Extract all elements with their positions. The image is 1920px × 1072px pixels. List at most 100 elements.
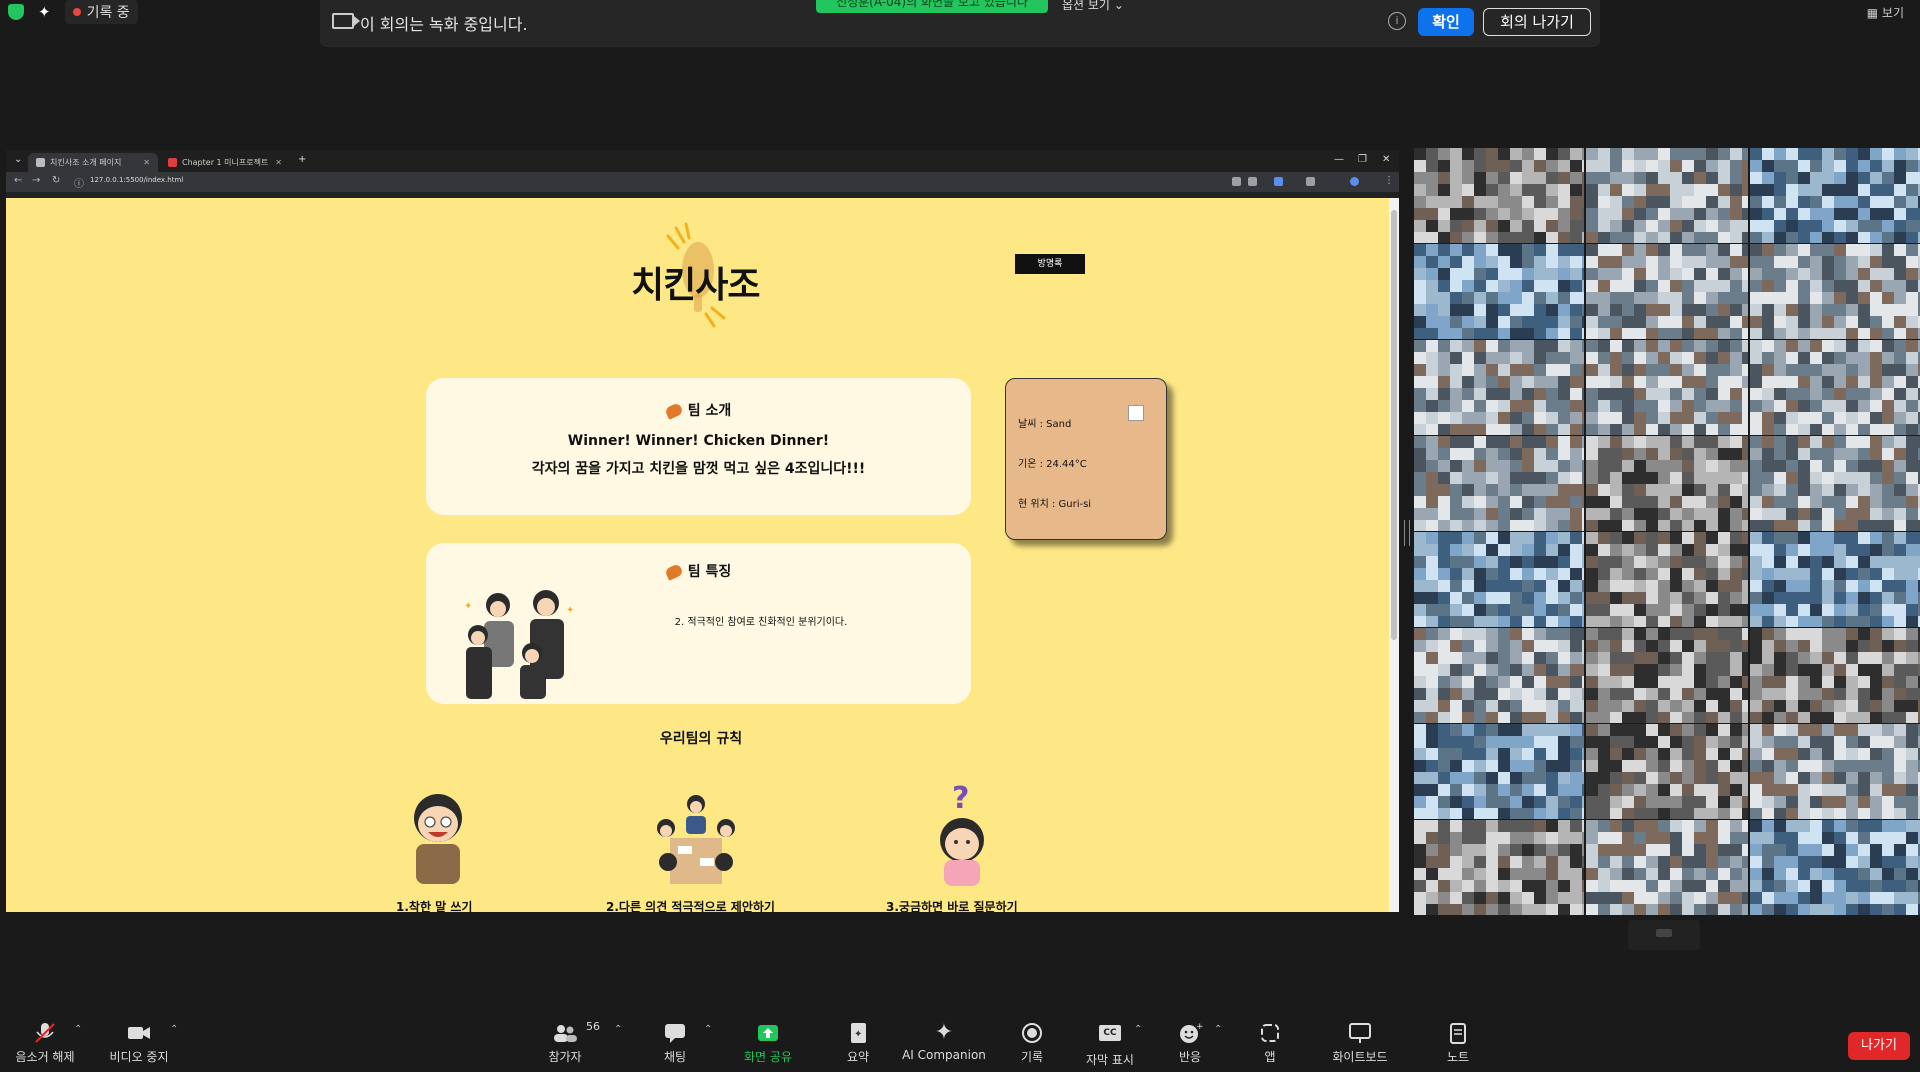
summary-button[interactable]: ✦ 요약: [838, 1022, 878, 1065]
participant-video-tile[interactable]: [1586, 340, 1748, 435]
participant-video-tile[interactable]: [1750, 532, 1920, 627]
minimize-icon[interactable]: —: [1334, 154, 1344, 165]
confirm-button[interactable]: 확인: [1418, 8, 1474, 36]
close-window-icon[interactable]: ✕: [1382, 154, 1390, 165]
tab-chicken-intro[interactable]: 치킨사조 소개 페이지 ✕: [28, 153, 158, 172]
reload-icon[interactable]: ↻: [52, 175, 60, 186]
reactions-button[interactable]: + 반응: [1170, 1022, 1210, 1065]
back-icon[interactable]: ←: [14, 175, 22, 186]
participant-video-tile[interactable]: [1750, 340, 1920, 435]
gallery-page-indicator[interactable]: [1628, 920, 1700, 950]
split-drag-handle[interactable]: [1404, 520, 1410, 546]
guestbook-button[interactable]: 방명록: [1015, 254, 1085, 274]
participant-video-tile[interactable]: [1750, 628, 1920, 723]
participants-caret-icon[interactable]: ⌃: [614, 1024, 622, 1035]
weather-location: 현 위치 : Guri-si: [1018, 499, 1092, 510]
participant-video-tile[interactable]: [1414, 244, 1584, 339]
browser-tab-strip: ⌄ 치킨사조 소개 페이지 ✕ Chapter 1 미니프로젝트 ✕ + — ❐…: [6, 150, 1399, 172]
audio-options-caret-icon[interactable]: ⌃: [74, 1024, 82, 1035]
unmute-button[interactable]: 음소거 해제: [10, 1022, 80, 1065]
participant-video-tile[interactable]: [1414, 148, 1584, 243]
new-tab-icon[interactable]: +: [298, 154, 306, 165]
participant-video-tile[interactable]: [1750, 148, 1920, 243]
shield-icon[interactable]: [8, 4, 24, 20]
svg-text:✦: ✦: [854, 1029, 862, 1040]
rules-title: 우리팀의 규칙: [659, 731, 743, 747]
captions-button[interactable]: CC 자막 표시: [1080, 1022, 1140, 1068]
participant-video-tile[interactable]: [1414, 340, 1584, 435]
recording-indicator[interactable]: 기록 중: [64, 0, 138, 24]
sparkle-icon[interactable]: ✦: [38, 3, 51, 21]
participant-video-tile[interactable]: [1750, 820, 1920, 915]
team-people-illustration: ✦ ✦: [464, 590, 574, 699]
site-info-icon[interactable]: ⓘ: [74, 175, 84, 190]
svg-text:✦: ✦: [464, 601, 472, 612]
extensions-puzzle-icon[interactable]: [1306, 177, 1315, 186]
ai-companion-button[interactable]: ✦ AI Companion: [902, 1022, 986, 1063]
record-button[interactable]: 기록: [1012, 1022, 1052, 1065]
drumstick-icon: [663, 563, 684, 581]
participant-video-tile[interactable]: [1414, 820, 1584, 915]
participant-video-tile[interactable]: [1414, 532, 1584, 627]
weather-image-icon: [1128, 405, 1144, 421]
profile-avatar-icon[interactable]: [1350, 177, 1359, 186]
weather-widget: 날씨 : Sand 기온 : 24.44°C 현 위치 : Guri-si: [1005, 378, 1167, 540]
apps-button[interactable]: 앱: [1250, 1022, 1290, 1065]
whiteboard-button[interactable]: 화이트보드: [1324, 1022, 1396, 1065]
chat-button[interactable]: 채팅: [655, 1022, 695, 1065]
captions-cc-icon: CC: [1097, 1025, 1123, 1047]
participant-video-tile[interactable]: [1414, 724, 1584, 819]
participant-video-tile[interactable]: [1750, 244, 1920, 339]
favicon-icon: [168, 158, 177, 167]
bookmark-star-icon[interactable]: [1248, 177, 1257, 186]
tab-search-icon[interactable]: ⌄: [14, 154, 22, 165]
participants-button[interactable]: 56 참가자: [540, 1020, 600, 1065]
participant-video-tile[interactable]: [1586, 244, 1748, 339]
record-icon: [1019, 1022, 1045, 1044]
captions-caret-icon[interactable]: ⌃: [1134, 1024, 1142, 1035]
rule1-illustration: [414, 794, 462, 884]
participant-video-tile[interactable]: [1586, 436, 1748, 531]
view-toggle[interactable]: ▦ 보기: [1867, 4, 1904, 21]
tab-chapter1[interactable]: Chapter 1 미니프로젝트 ✕: [160, 153, 290, 172]
record-dot-icon: [72, 8, 81, 16]
notes-button[interactable]: 노트: [1438, 1022, 1478, 1065]
info-icon[interactable]: i: [1388, 12, 1406, 30]
restore-icon[interactable]: ❐: [1358, 154, 1367, 165]
participant-video-tile[interactable]: [1414, 436, 1584, 531]
share-screen-button[interactable]: 화면 공유: [736, 1022, 800, 1065]
participant-video-tile[interactable]: [1414, 628, 1584, 723]
weather-condition: 날씨 : Sand: [1018, 419, 1072, 430]
view-options-dropdown[interactable]: 옵션 보기 ⌄: [1062, 0, 1124, 13]
participant-video-tile[interactable]: [1750, 436, 1920, 531]
leave-meeting-button[interactable]: 회의 나가기: [1483, 8, 1591, 36]
extension-icon[interactable]: [1274, 177, 1283, 186]
chat-caret-icon[interactable]: ⌃: [704, 1024, 712, 1035]
participant-video-tile[interactable]: [1750, 724, 1920, 819]
page-scrollbar[interactable]: [1389, 198, 1399, 912]
viewing-screen-pill: 전정훈(A-04)의 화면을 보고 있습니다: [816, 0, 1048, 13]
reactions-caret-icon[interactable]: ⌃: [1214, 1024, 1222, 1035]
rule2-caption: 2.다른 의견 적극적으로 제안하기: [606, 900, 775, 912]
recording-label: 기록 중: [86, 5, 130, 21]
url-field[interactable]: 127.0.0.1:5500/index.html: [90, 176, 183, 184]
close-tab-icon[interactable]: ✕: [143, 153, 150, 172]
close-tab-icon[interactable]: ✕: [275, 153, 282, 172]
recording-banner: 이 회의는 녹화 중입니다. 전정훈(A-04)의 화면을 보고 있습니다 옵션…: [320, 0, 1600, 47]
participant-video-tile[interactable]: [1586, 820, 1748, 915]
scrollbar-thumb[interactable]: [1391, 210, 1397, 640]
participant-video-tile[interactable]: [1586, 148, 1748, 243]
end-meeting-button[interactable]: 나가기: [1848, 1032, 1910, 1060]
participant-video-tile[interactable]: [1586, 628, 1748, 723]
view-grid-icon: ▦: [1866, 6, 1879, 20]
rule1-caption: 1.착한 말 쓰기: [396, 900, 473, 912]
location-icon[interactable]: [1232, 177, 1241, 186]
participants-icon: 56: [552, 1020, 600, 1044]
participant-video-tile[interactable]: [1586, 724, 1748, 819]
more-menu-icon[interactable]: ⋮: [1384, 175, 1394, 186]
forward-icon[interactable]: →: [32, 175, 40, 186]
stop-video-button[interactable]: 비디오 중지: [104, 1022, 174, 1065]
participant-video-tile[interactable]: [1586, 532, 1748, 627]
video-options-caret-icon[interactable]: ⌃: [170, 1024, 178, 1035]
team-feature-card: 팀 특징 ✦ ✦ 2. 적극적인 참여로 친화적인 분위기이다.: [426, 543, 971, 704]
